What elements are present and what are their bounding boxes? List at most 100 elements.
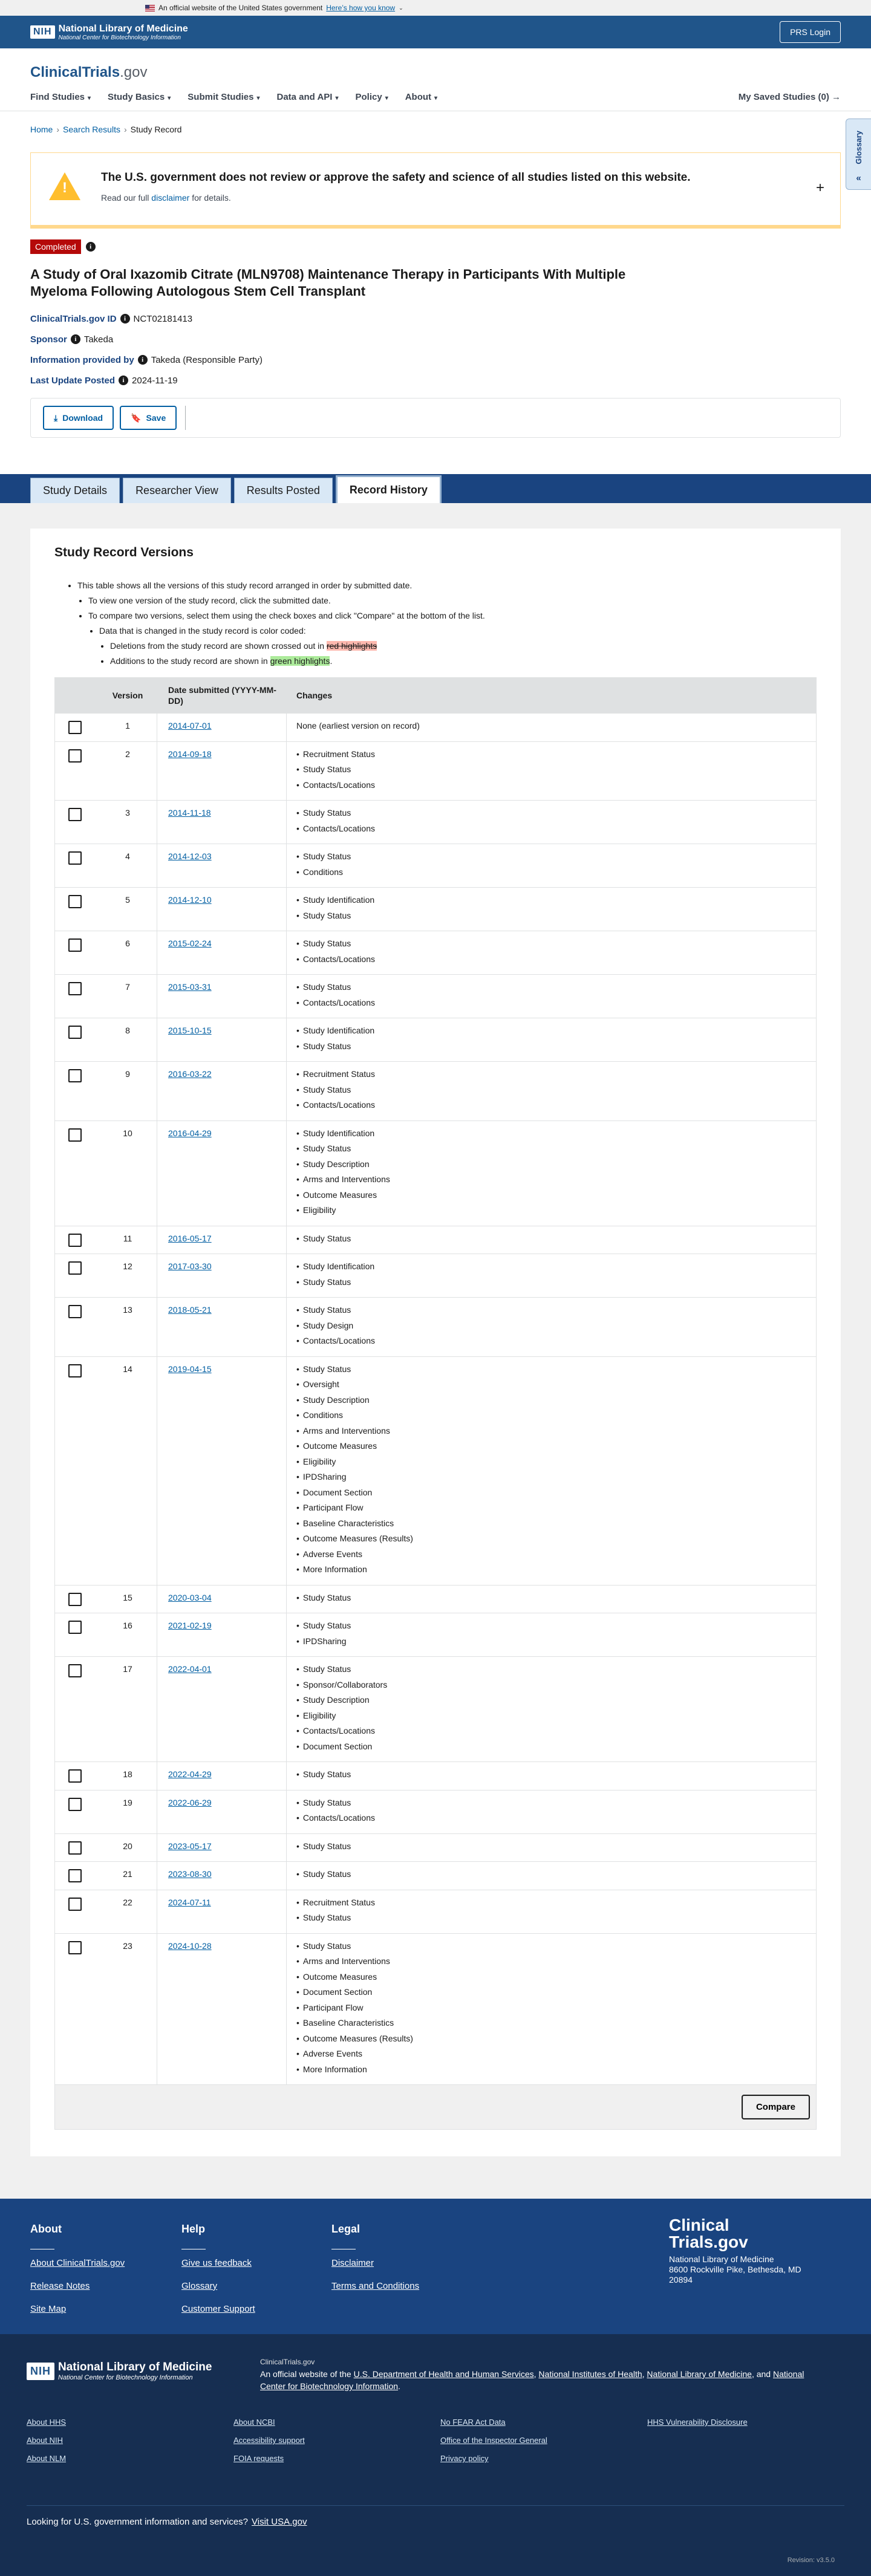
tab-results-posted[interactable]: Results Posted: [233, 478, 333, 503]
glossary-label: Glossary: [854, 131, 863, 164]
prs-login-button[interactable]: PRS Login: [780, 21, 841, 43]
footer-link-release-notes[interactable]: Release Notes: [30, 2280, 125, 2293]
footer-link-terms[interactable]: Terms and Conditions: [331, 2280, 419, 2293]
version-checkbox[interactable]: [68, 1869, 82, 1882]
table-header: Version Date submitted (YYYY-MM-DD) Chan…: [55, 678, 816, 713]
version-date-link[interactable]: 2014-11-18: [168, 808, 211, 818]
info-icon[interactable]: i: [70, 334, 80, 344]
breadcrumb-home[interactable]: Home: [30, 125, 53, 134]
version-date-link[interactable]: 2019-04-15: [168, 1364, 212, 1374]
link-oig[interactable]: Office of the Inspector General: [440, 2436, 547, 2445]
footer-link-about[interactable]: About ClinicalTrials.gov: [30, 2257, 125, 2270]
version-date-link[interactable]: 2014-07-01: [168, 721, 212, 730]
version-checkbox[interactable]: [68, 1940, 82, 1954]
version-date-link[interactable]: 2014-09-18: [168, 749, 212, 759]
version-checkbox[interactable]: [68, 1897, 82, 1911]
link-about-ncbi[interactable]: About NCBI: [233, 2418, 275, 2427]
link-about-hhs[interactable]: About HHS: [27, 2418, 66, 2427]
version-date-link[interactable]: 2016-03-22: [168, 1069, 212, 1079]
nav-study-basics[interactable]: Study Basics ▾: [108, 92, 171, 102]
version-checkbox[interactable]: [68, 938, 82, 952]
download-button[interactable]: ⤓ Download: [43, 406, 114, 430]
version-checkbox[interactable]: [68, 1026, 82, 1039]
breadcrumb-search-results[interactable]: Search Results: [63, 125, 120, 134]
nav-data-and-api[interactable]: Data and API ▾: [277, 92, 339, 102]
nih-link[interactable]: National Institutes of Health: [538, 2369, 642, 2379]
link-about-nih[interactable]: About NIH: [27, 2436, 63, 2445]
study-title: A Study of Oral Ixazomib Citrate (MLN970…: [30, 267, 626, 299]
version-date-link[interactable]: 2018-05-21: [168, 1305, 212, 1315]
version-checkbox[interactable]: [68, 1364, 82, 1377]
version-checkbox[interactable]: [68, 851, 82, 865]
version-checkbox[interactable]: [68, 1841, 82, 1855]
glossary-tab[interactable]: Glossary «: [846, 119, 871, 190]
version-checkbox[interactable]: [68, 1592, 82, 1606]
usa-gov-link[interactable]: Visit USA.gov: [252, 2517, 307, 2527]
disclaimer-link[interactable]: disclaimer: [151, 193, 189, 203]
version-checkbox[interactable]: [68, 808, 82, 821]
version-date-link[interactable]: 2015-02-24: [168, 938, 212, 948]
version-date-link[interactable]: 2016-04-29: [168, 1128, 212, 1138]
version-date-link[interactable]: 2014-12-03: [168, 851, 212, 861]
version-checkbox[interactable]: [68, 749, 82, 763]
heres-how-you-know-link[interactable]: Here’s how you know: [326, 4, 395, 12]
version-checkbox[interactable]: [68, 1621, 82, 1634]
version-date-link[interactable]: 2017-03-30: [168, 1261, 212, 1271]
version-date-link[interactable]: 2023-05-17: [168, 1841, 212, 1851]
info-icon[interactable]: i: [119, 376, 129, 385]
link-no-fear[interactable]: No FEAR Act Data: [440, 2418, 506, 2427]
nav-submit-studies[interactable]: Submit Studies ▾: [188, 92, 259, 102]
nav-find-studies[interactable]: Find Studies ▾: [30, 92, 91, 102]
nlm-footer-logo[interactable]: NIH National Library of Medicine National…: [27, 2361, 212, 2381]
version-date-link[interactable]: 2024-10-28: [168, 1941, 212, 1951]
version-checkbox[interactable]: [68, 1233, 82, 1247]
version-date-link[interactable]: 2014-12-10: [168, 895, 212, 905]
tab-researcher-view[interactable]: Researcher View: [123, 478, 231, 503]
version-date-link[interactable]: 2023-08-30: [168, 1869, 212, 1879]
version-date-link[interactable]: 2022-04-29: [168, 1769, 212, 1779]
save-button[interactable]: 🔖 Save: [120, 406, 177, 430]
tab-record-history[interactable]: Record History: [335, 475, 442, 503]
version-checkbox[interactable]: [68, 1664, 82, 1677]
nlm-logo[interactable]: NIH National Library of Medicine Nationa…: [30, 24, 188, 41]
compare-button[interactable]: Compare: [741, 2095, 810, 2119]
footer-link-feedback[interactable]: Give us feedback: [181, 2257, 255, 2270]
version-date-link[interactable]: 2022-04-01: [168, 1664, 212, 1674]
footer-link-disclaimer[interactable]: Disclaimer: [331, 2257, 419, 2270]
version-checkbox[interactable]: [68, 895, 82, 908]
version-date-link[interactable]: 2022-06-29: [168, 1798, 212, 1807]
version-checkbox[interactable]: [68, 721, 82, 734]
expand-plus-icon[interactable]: +: [816, 180, 824, 197]
footer-link-glossary[interactable]: Glossary: [181, 2280, 255, 2293]
link-about-nlm[interactable]: About NLM: [27, 2454, 66, 2463]
clinicaltrials-logo[interactable]: ClinicalTrials.gov: [30, 64, 841, 81]
link-privacy[interactable]: Privacy policy: [440, 2454, 488, 2463]
version-checkbox[interactable]: [68, 1069, 82, 1082]
version-checkbox[interactable]: [68, 1797, 82, 1811]
info-icon[interactable]: i: [85, 242, 96, 252]
version-checkbox[interactable]: [68, 1128, 82, 1142]
footer-link-support[interactable]: Customer Support: [181, 2303, 255, 2316]
info-icon[interactable]: i: [120, 314, 130, 324]
version-date-link[interactable]: 2024-07-11: [168, 1898, 211, 1907]
version-checkbox[interactable]: [68, 1769, 82, 1783]
version-date-link[interactable]: 2021-02-19: [168, 1621, 212, 1630]
version-date-link[interactable]: 2020-03-04: [168, 1593, 212, 1602]
version-date-link[interactable]: 2016-05-17: [168, 1234, 212, 1243]
nlm-link[interactable]: National Library of Medicine: [647, 2369, 752, 2379]
version-date-link[interactable]: 2015-03-31: [168, 982, 212, 992]
hhs-link[interactable]: U.S. Department of Health and Human Serv…: [354, 2369, 534, 2379]
footer-link-site-map[interactable]: Site Map: [30, 2303, 125, 2316]
nav-about[interactable]: About ▾: [405, 92, 437, 102]
version-checkbox[interactable]: [68, 1305, 82, 1318]
link-accessibility[interactable]: Accessibility support: [233, 2436, 305, 2445]
version-checkbox[interactable]: [68, 1261, 82, 1275]
my-saved-studies-link[interactable]: My Saved Studies (0) →: [739, 92, 841, 102]
version-date-link[interactable]: 2015-10-15: [168, 1026, 212, 1035]
tab-study-details[interactable]: Study Details: [30, 478, 120, 503]
version-checkbox[interactable]: [68, 982, 82, 995]
link-foia[interactable]: FOIA requests: [233, 2454, 284, 2463]
info-icon[interactable]: i: [137, 355, 148, 365]
nav-policy[interactable]: Policy ▾: [356, 92, 388, 102]
link-vulnerability[interactable]: HHS Vulnerability Disclosure: [647, 2418, 748, 2427]
